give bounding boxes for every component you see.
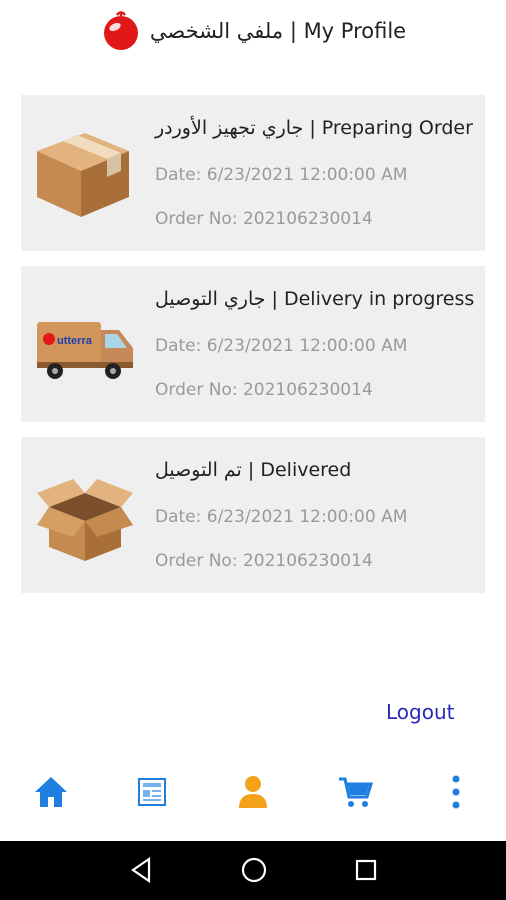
more-icon [452, 775, 460, 809]
order-date: Date: 6/23/2021 12:00:00 AM [155, 165, 408, 185]
tab-profile[interactable] [233, 772, 273, 812]
order-number: Order No: 202106230014 [155, 209, 373, 229]
order-card-delivered[interactable]: تم التوصيل | Delivered Date: 6/23/2021 1… [21, 437, 485, 593]
catalog-icon [138, 778, 166, 806]
order-status: تم التوصيل | Delivered [155, 459, 352, 481]
closed-box-icon [37, 133, 129, 217]
van-brand-text: utterra [57, 335, 93, 347]
open-box-icon [37, 479, 133, 561]
order-date: Date: 6/23/2021 12:00:00 AM [155, 507, 408, 527]
order-card-preparing[interactable]: جاري تجهيز الأوردر | Preparing Order Dat… [21, 95, 485, 251]
profile-icon [239, 776, 267, 808]
tab-catalog[interactable] [132, 772, 172, 812]
home-circle-icon[interactable] [239, 855, 269, 885]
order-number: Order No: 202106230014 [155, 380, 373, 400]
page-header: ملفي الشخصي | My Profile [0, 0, 506, 62]
tab-more[interactable] [436, 772, 476, 812]
logout-button[interactable]: Logout [386, 700, 454, 724]
delivery-van-icon: utterra [37, 322, 133, 379]
order-number: Order No: 202106230014 [155, 551, 373, 571]
order-status: جاري تجهيز الأوردر | Preparing Order [155, 117, 473, 139]
cart-icon [339, 777, 373, 807]
back-icon[interactable] [127, 855, 157, 885]
recents-icon[interactable] [351, 855, 381, 885]
order-card-delivery[interactable]: utterra جاري التوصيل | Delivery in progr… [21, 266, 485, 422]
tab-cart[interactable] [335, 772, 375, 812]
home-icon [35, 777, 67, 807]
bottom-tab-bar [0, 758, 506, 824]
order-date: Date: 6/23/2021 12:00:00 AM [155, 336, 408, 356]
order-status: جاري التوصيل | Delivery in progress [155, 288, 475, 310]
tab-home[interactable] [31, 772, 71, 812]
ornament-logo-icon [103, 11, 138, 50]
page-title: ملفي الشخصي | My Profile [149, 19, 407, 43]
system-navigation-bar [0, 841, 506, 900]
